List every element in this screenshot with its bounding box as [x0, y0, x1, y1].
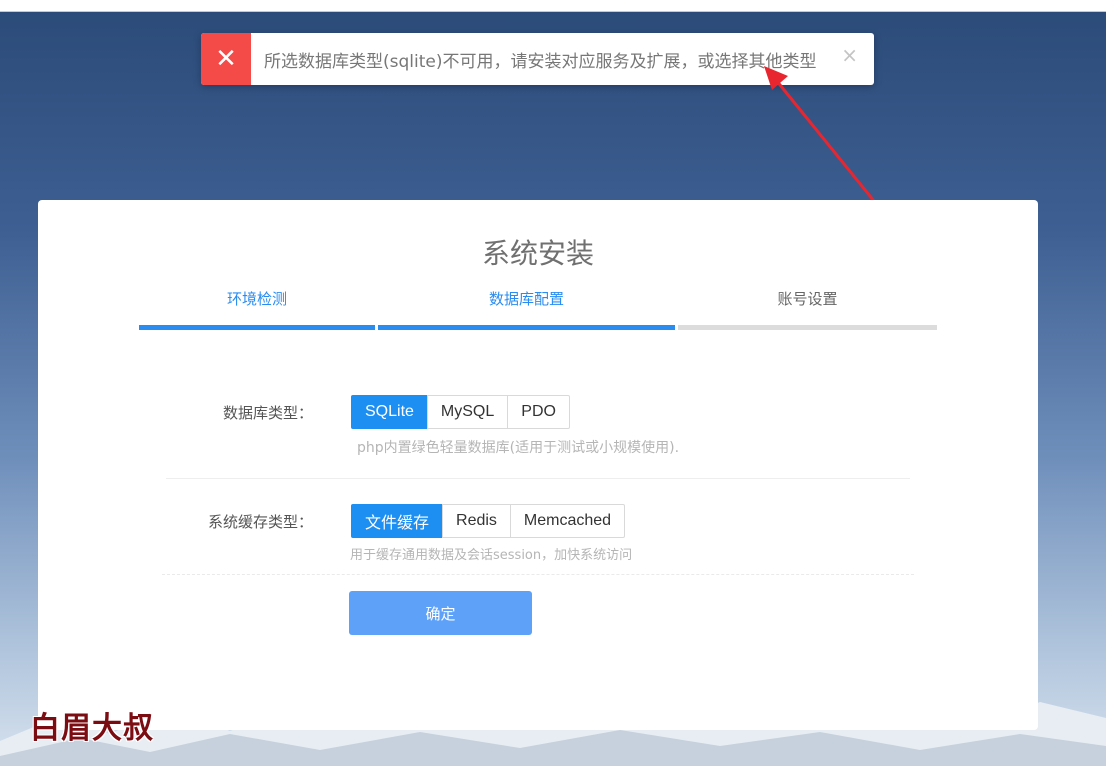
cache-type-label: 系统缓存类型： — [207, 513, 313, 531]
close-icon: ✕ — [201, 33, 251, 85]
step-label: 数据库配置 — [488, 290, 564, 308]
toast-message: 所选数据库类型(sqlite)不可用，请安装对应服务及扩展，或选择其他类型 — [264, 51, 817, 72]
step-bar — [378, 325, 675, 330]
divider — [166, 478, 910, 479]
cache-option-file[interactable]: 文件缓存 — [351, 504, 444, 538]
db-option-sqlite[interactable]: SQLite — [351, 395, 428, 429]
db-type-selector: SQLite MySQL PDO — [351, 395, 570, 429]
step-bar — [139, 325, 375, 330]
step-label: 环境检测 — [226, 290, 287, 308]
cache-type-selector: 文件缓存 Redis Memcached — [351, 504, 626, 538]
confirm-button[interactable]: 确定 — [349, 591, 532, 635]
db-type-hint: php内置绿色轻量数据库(适用于测试或小规模使用). — [357, 440, 680, 456]
step-account: 账号设置 — [678, 288, 937, 330]
cache-option-redis[interactable]: Redis — [442, 504, 511, 538]
db-option-pdo[interactable]: PDO — [507, 395, 570, 429]
error-toast: ✕ 所选数据库类型(sqlite)不可用，请安装对应服务及扩展，或选择其他类型 … — [201, 33, 874, 85]
toast-close-button[interactable]: × — [841, 43, 858, 67]
step-bar — [678, 325, 937, 330]
divider — [162, 574, 914, 575]
step-progress: 环境检测 数据库配置 账号设置 — [139, 288, 937, 330]
browser-top-edge — [0, 0, 1106, 12]
watermark-logo: 白眉大叔 — [30, 711, 154, 746]
db-option-mysql[interactable]: MySQL — [426, 395, 509, 429]
install-card: 系统安装 环境检测 数据库配置 账号设置 数据库类型： SQLite MySQL… — [38, 200, 1038, 730]
step-db-config: 数据库配置 — [378, 288, 675, 330]
step-env-check: 环境检测 — [139, 288, 375, 330]
page-title: 系统安装 — [481, 237, 594, 270]
cache-type-hint: 用于缓存通用数据及会话session，加快系统访问 — [350, 548, 633, 563]
cache-option-memcached[interactable]: Memcached — [509, 504, 626, 538]
db-type-label: 数据库类型： — [222, 404, 313, 422]
step-label: 账号设置 — [777, 290, 838, 308]
